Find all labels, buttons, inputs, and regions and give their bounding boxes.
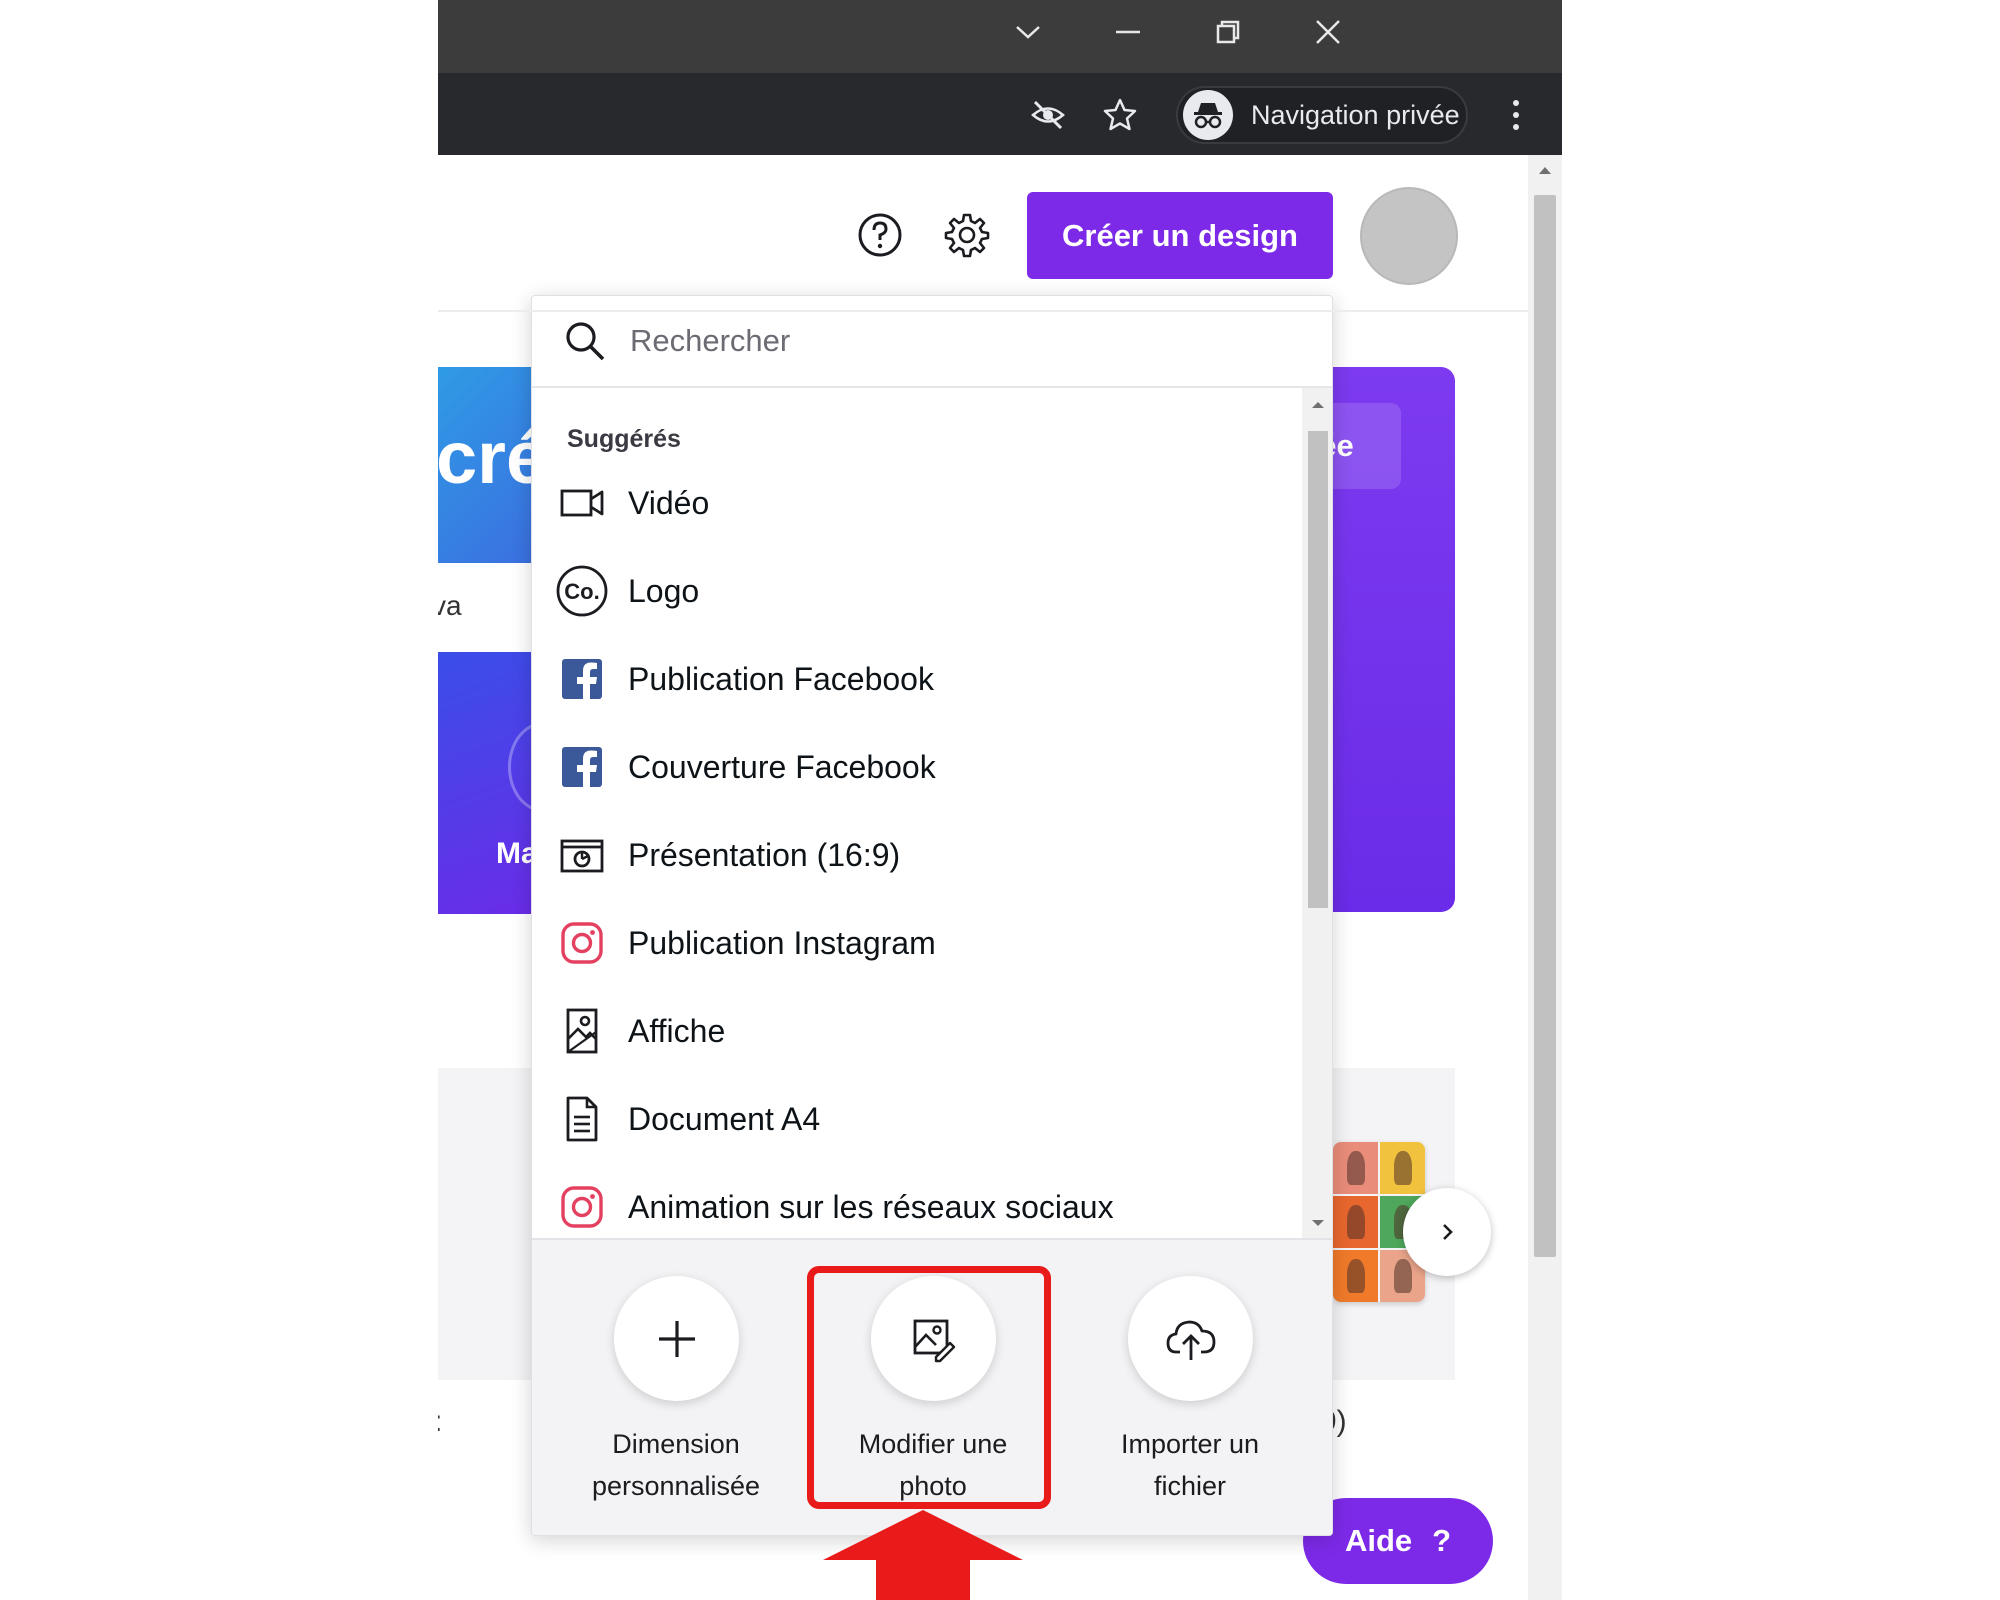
- facebook-icon: [554, 651, 610, 707]
- photo-tile: [1333, 1196, 1378, 1248]
- help-chat-question-icon: ?: [1432, 1523, 1452, 1558]
- gear-icon: [944, 213, 990, 258]
- header-divider: [438, 310, 1528, 312]
- list-scrollbar-thumb[interactable]: [1308, 431, 1328, 908]
- scroll-up-arrow-icon: [1312, 402, 1324, 408]
- instagram-icon: [554, 1179, 610, 1235]
- upload-cloud-icon: [1128, 1276, 1253, 1401]
- list-item-poster[interactable]: Affiche: [532, 991, 1302, 1071]
- bookmark-star-button[interactable]: [1100, 95, 1140, 135]
- video-icon: [554, 475, 610, 531]
- plus-icon: [614, 1276, 739, 1401]
- kebab-dot: [1513, 112, 1519, 118]
- window-titlebar: [438, 0, 1562, 73]
- list-item-document-a4[interactable]: Document A4: [532, 1079, 1302, 1159]
- kebab-dot: [1513, 100, 1519, 106]
- photo-tile: [1380, 1142, 1425, 1194]
- photo-tile: [1333, 1250, 1378, 1302]
- upload-file-label: Importer un fichier: [1070, 1423, 1310, 1507]
- svg-text:Co.: Co.: [564, 579, 599, 604]
- item-label: Logo: [628, 572, 700, 609]
- star-icon: [1103, 98, 1137, 131]
- item-label: Affiche: [628, 1012, 726, 1049]
- card-caption-fragment: va: [438, 590, 462, 621]
- settings-button[interactable]: [943, 211, 991, 259]
- logo-icon: Co.: [554, 563, 610, 619]
- chevron-right-icon: [1443, 1224, 1453, 1240]
- item-label: Publication Facebook: [628, 660, 934, 697]
- incognito-label: Navigation privée: [1251, 99, 1460, 130]
- suggestions-list: Suggérés Vidéo Co. Logo Publication Face…: [532, 388, 1332, 1238]
- feature-card-left[interactable]: Ma: [438, 652, 538, 914]
- banner-card-text: cré: [438, 416, 538, 499]
- item-label: Animation sur les réseaux sociaux: [628, 1188, 1114, 1225]
- document-icon: [554, 1091, 610, 1147]
- presentation-icon: [554, 827, 610, 883]
- question-circle-icon: [858, 213, 902, 257]
- label-line: Dimension: [612, 1429, 740, 1459]
- photo-tile: [1333, 1142, 1378, 1194]
- avatar[interactable]: [1360, 187, 1458, 285]
- list-item-facebook-post[interactable]: Publication Facebook: [532, 639, 1302, 719]
- page-scrollbar-thumb[interactable]: [1534, 195, 1556, 1257]
- label-line: fichier: [1153, 1471, 1227, 1501]
- incognito-icon: [1183, 90, 1233, 140]
- custom-size-action[interactable]: Dimension personnalisée: [556, 1240, 796, 1535]
- item-label: Couverture Facebook: [628, 748, 936, 785]
- list-item-video[interactable]: Vidéo: [532, 463, 1302, 543]
- list-item-social-animation[interactable]: Animation sur les réseaux sociaux: [532, 1167, 1302, 1238]
- scroll-down-arrow-icon: [1312, 1220, 1324, 1226]
- search-input[interactable]: [630, 323, 1280, 359]
- instagram-icon: [554, 915, 610, 971]
- tab-search-button[interactable]: [998, 10, 1058, 54]
- help-button[interactable]: [856, 211, 904, 259]
- screenshot-stage: Navigation privée Créer un design cré va…: [0, 0, 2000, 1600]
- scroll-up-arrow-icon: [1539, 167, 1551, 174]
- eye-slash-icon: [1031, 100, 1065, 130]
- label-line: Importer un: [1120, 1429, 1260, 1459]
- carousel-next-button[interactable]: [1403, 1188, 1491, 1276]
- poster-icon: [554, 1003, 610, 1059]
- list-item-instagram-post[interactable]: Publication Instagram: [532, 903, 1302, 983]
- minimize-button[interactable]: [1098, 10, 1158, 54]
- chevron-down-icon: [1016, 26, 1040, 39]
- list-item-presentation[interactable]: Présentation (16:9): [532, 815, 1302, 895]
- item-label: Présentation (16:9): [628, 836, 901, 873]
- create-design-button[interactable]: Créer un design: [1027, 192, 1333, 279]
- caption-fragment-left: :: [438, 1405, 442, 1439]
- list-item-facebook-cover[interactable]: Couverture Facebook: [532, 727, 1302, 807]
- section-title-suggested: Suggérés: [567, 425, 681, 453]
- minimize-icon: [1116, 30, 1140, 34]
- facebook-icon: [554, 739, 610, 795]
- item-label: Publication Instagram: [628, 924, 936, 961]
- item-label: Vidéo: [628, 484, 710, 521]
- annotation-arrow-icon: [823, 1510, 1023, 1600]
- custom-size-label: Dimension personnalisée: [556, 1423, 796, 1507]
- search-icon: [560, 316, 610, 366]
- upload-file-action[interactable]: Importer un fichier: [1070, 1240, 1310, 1535]
- template-card-left[interactable]: [438, 1068, 538, 1380]
- incognito-indicator[interactable]: Navigation privée: [1176, 86, 1468, 144]
- list-item-logo[interactable]: Co. Logo: [532, 551, 1302, 631]
- item-label: Document A4: [628, 1100, 821, 1137]
- banner-card-left[interactable]: cré: [438, 367, 538, 563]
- kebab-dot: [1513, 124, 1519, 130]
- browser-menu-button[interactable]: [1506, 95, 1526, 135]
- close-window-button[interactable]: [1298, 10, 1358, 54]
- annotation-highlight-box: [807, 1266, 1051, 1509]
- help-chat-label: Aide: [1344, 1523, 1413, 1558]
- restore-button[interactable]: [1198, 10, 1258, 54]
- label-line: personnalisée: [591, 1471, 761, 1501]
- restore-icon: [1216, 20, 1240, 44]
- tracking-protection-button[interactable]: [1028, 95, 1068, 135]
- close-icon: [1316, 20, 1340, 44]
